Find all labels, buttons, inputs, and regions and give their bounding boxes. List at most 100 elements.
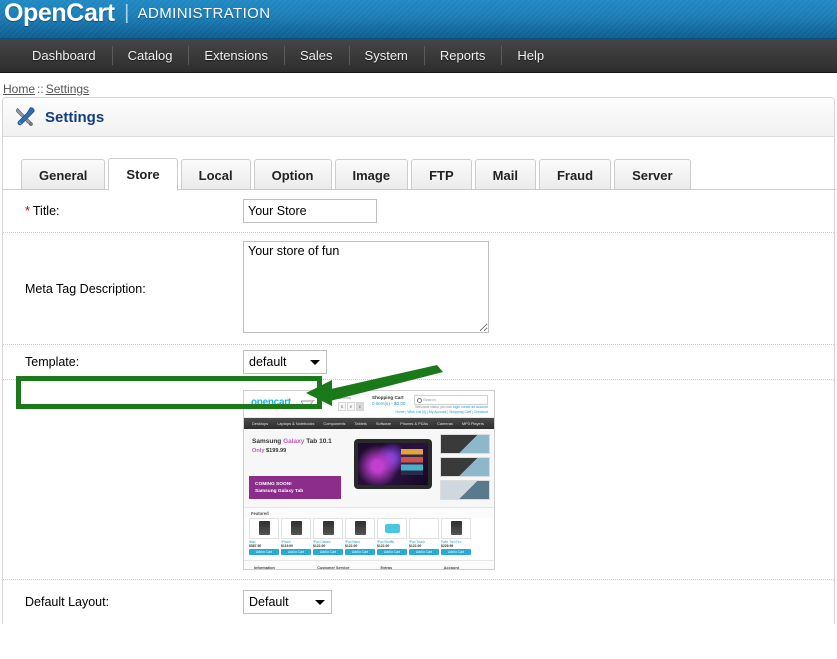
tab-image[interactable]: Image [334,159,409,190]
preview-hero-title-suffix: Tab 10.1 [304,437,332,445]
preview-thumb-3[interactable] [440,479,490,500]
preview-product-price: $122.00 [313,543,326,548]
form-row-template-preview: opencart Currency $ € £ Shopping Cart 0 … [3,380,834,580]
page-title: Settings [45,108,105,126]
preview-link-checkout[interactable]: Checkout [474,410,488,414]
preview-hero-price-prefix: Only [252,447,266,454]
preview-product-price: $229.99 [441,543,454,548]
tab-option[interactable]: Option [253,159,332,190]
meta-description-label: Meta Tag Description: [25,281,146,296]
template-label: Template: [25,355,80,369]
preview-hero-price-line: Only $199.99 [252,448,286,454]
breadcrumb: Home:: Settings [0,73,837,97]
title-label-text: Title: [32,204,60,218]
tab-local[interactable]: Local [180,159,251,190]
tab-ftp[interactable]: FTP [411,159,472,190]
preview-currency-option-1[interactable]: € [347,401,355,411]
main-navigation: Dashboard Catalog Extensions Sales Syste… [0,39,837,73]
preview-add-to-cart-button[interactable]: Add to Cart [249,548,279,555]
preview-currency-option-0[interactable]: $ [338,401,346,411]
preview-currency-switcher[interactable]: $ € £ [338,401,364,411]
form-row-template: Template: default [3,345,834,380]
preview-product-image [441,517,471,539]
template-select[interactable]: default [243,350,327,374]
preview-product-card[interactable]: iPod Classic $122.00 Add to Cart [313,517,343,560]
preview-add-to-cart-button[interactable]: Add to Cart [313,548,343,555]
preview-add-to-cart-button[interactable]: Add to Cart [281,548,311,555]
tab-store[interactable]: Store [108,158,178,191]
preview-product-card[interactable]: iPod Touch $122.00 Add to Cart [409,517,439,560]
preview-product-card[interactable]: iPod Nano $122.00 Add to Cart [345,517,375,560]
preview-welcome-label: Welcome visitor you can [415,404,452,409]
preview-login-link[interactable]: login [453,405,460,409]
preview-product-card[interactable]: iPhone $119.00 Add to Cart [281,517,311,560]
title-input[interactable] [243,199,377,223]
preview-product-price: $122.00 [377,543,390,548]
nav-item-help[interactable]: Help [501,39,560,72]
preview-add-to-cart-button[interactable]: Add to Cart [377,548,407,555]
preview-menu-software[interactable]: Software [376,421,391,426]
nav-item-sales[interactable]: Sales [284,39,349,72]
panel-header: Settings [3,98,834,137]
preview-product-image [377,517,407,539]
preview-link-account[interactable]: My Account [429,410,447,414]
preview-menu-components[interactable]: Components [323,421,345,426]
template-preview-image: opencart Currency $ € £ Shopping Cart 0 … [243,389,495,570]
preview-create-account-link[interactable]: create an account [461,405,488,409]
breadcrumb-settings[interactable]: Settings [46,82,89,96]
preview-thumb-2[interactable] [440,456,490,477]
preview-menu-mp3[interactable]: MP3 Players [462,421,484,426]
preview-coming-soon-banner: COMING SOON! Samsung Galaxy Tab [249,475,341,499]
preview-top-links: Welcome visitor you can login create an … [396,405,489,415]
preview-footer-heading: Information [254,565,275,570]
preview-link-cart[interactable]: Shopping Cart [449,410,471,414]
preview-product-image [409,517,439,539]
preview-footer-column: Account Login Order History Wish List Ne… [444,566,494,569]
preview-banner-line1: COMING SOON! [255,481,292,487]
breadcrumb-home[interactable]: Home [3,82,35,96]
preview-search-input[interactable]: Search [414,394,488,405]
tab-mail[interactable]: Mail [474,159,536,190]
brand-subtitle: ADMINISTRATION [137,5,271,22]
preview-cart-title: Shopping Cart [372,394,404,400]
title-field-wrap [243,199,834,223]
preview-currency-option-2[interactable]: £ [356,401,364,411]
meta-description-textarea[interactable] [243,241,489,333]
default-layout-select[interactable]: Default [243,590,332,614]
nav-item-catalog[interactable]: Catalog [111,39,189,72]
preview-menu-cameras[interactable]: Cameras [437,421,453,426]
tab-fraud[interactable]: Fraud [538,159,612,190]
preview-add-to-cart-button[interactable]: Add to Cart [345,548,375,555]
nav-item-dashboard[interactable]: Dashboard [16,39,112,72]
brand-logo: OpenCart | ADMINISTRATION [4,0,270,28]
preview-menu-desktops[interactable]: Desktops [252,421,268,426]
preview-hero-banner: Samsung Galaxy Tab 10.1 Only $199.99 COM… [244,428,494,508]
preview-featured-heading: Featured [244,507,494,518]
default-layout-field-wrap: Default [243,590,834,614]
default-layout-label: Default Layout: [25,595,110,609]
preview-product-price: $587.50 [249,543,262,548]
preview-menu-phones[interactable]: Phones & PDAs [400,421,428,426]
preview-product-card[interactable]: Palm Treo Pro $229.99 Add to Cart [441,517,471,560]
preview-thumb-1[interactable] [440,433,490,454]
preview-add-to-cart-button[interactable]: Add to Cart [409,548,439,555]
template-field-wrap: default [243,350,834,374]
preview-link-wishlist[interactable]: Wish List (0) [407,410,426,414]
template-select-value: default [249,355,287,369]
nav-item-extensions[interactable]: Extensions [188,39,284,72]
preview-footer-column: Information About Us Delivery Informatio… [254,565,304,570]
preview-currency-label: Currency [338,395,351,400]
tab-general[interactable]: General [21,159,106,190]
nav-item-reports[interactable]: Reports [423,39,502,72]
preview-menu-tablets[interactable]: Tablets [354,421,366,426]
preview-footer-column: Customer Service Contact Us Returns Site… [317,566,367,569]
tab-server[interactable]: Server [614,159,691,190]
preview-menu-laptops[interactable]: Laptops & Notebooks [277,421,314,426]
nav-item-system[interactable]: System [348,39,424,72]
preview-footer: Information About Us Delivery Informatio… [244,559,494,570]
preview-product-card[interactable]: iPod Shuffle $122.00 Add to Cart [377,517,407,560]
settings-tabs: General Store Local Option Image FTP Mai… [3,157,836,191]
preview-product-card[interactable]: iMac $587.50 Add to Cart [249,517,279,560]
preview-link-home[interactable]: Home [396,410,405,414]
preview-add-to-cart-button[interactable]: Add to Cart [441,548,471,555]
